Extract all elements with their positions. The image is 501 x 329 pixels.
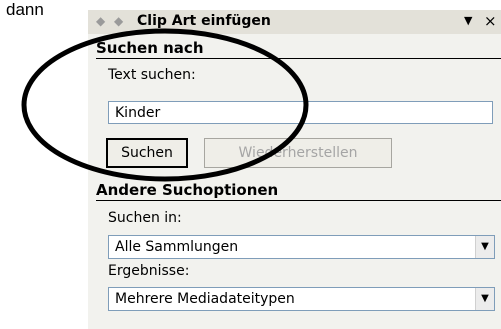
highlight-ellipse-annotation	[21, 28, 309, 182]
